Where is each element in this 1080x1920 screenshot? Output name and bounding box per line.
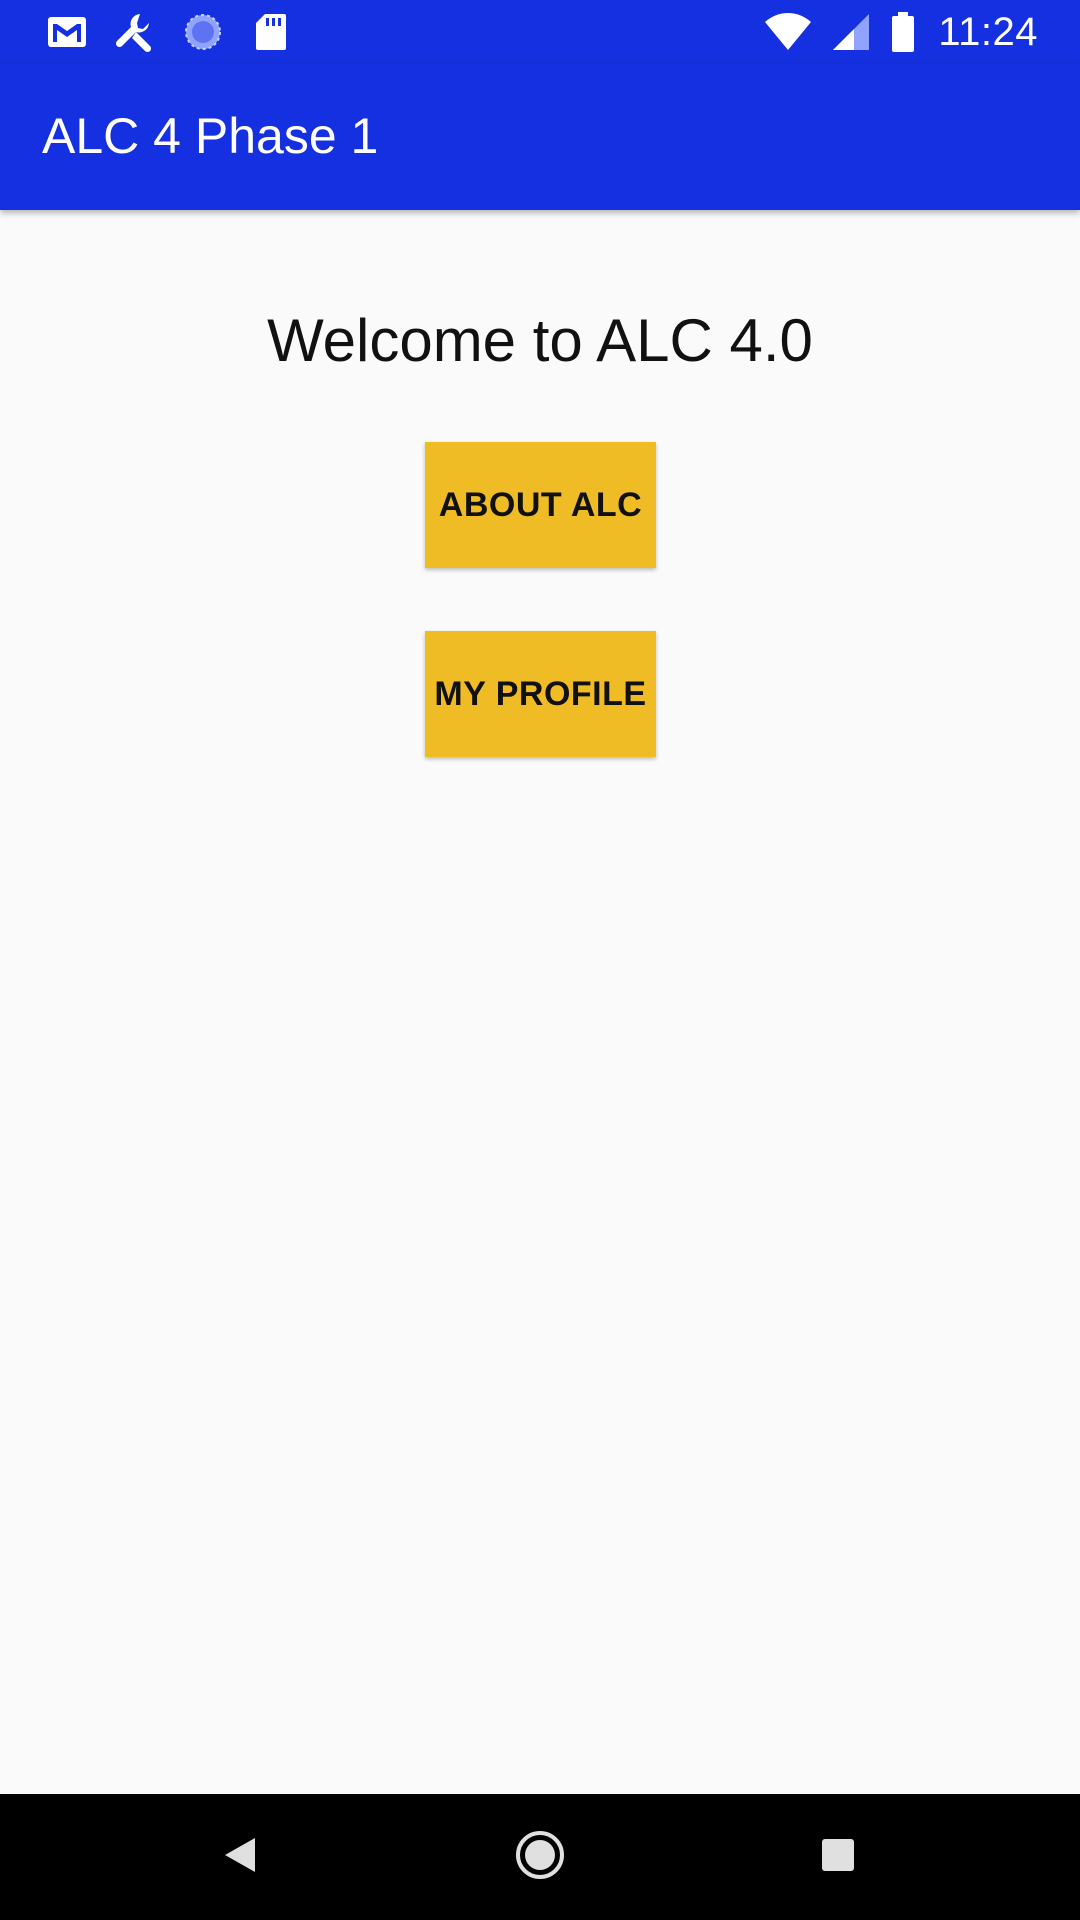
- gmail-icon: [46, 12, 88, 52]
- wifi-icon: [764, 12, 812, 52]
- welcome-heading: Welcome to ALC 4.0: [267, 307, 813, 374]
- about-alc-button[interactable]: ABOUT ALC: [425, 442, 656, 568]
- notification-icons: [46, 12, 292, 53]
- app-title: ALC 4 Phase 1: [42, 108, 379, 164]
- battery-icon: [890, 12, 916, 52]
- back-icon: [223, 1836, 257, 1879]
- navigation-bar: [0, 1794, 1080, 1920]
- status-clock: 11:24: [938, 9, 1038, 54]
- recents-icon: [821, 1838, 855, 1877]
- home-button[interactable]: [510, 1827, 570, 1887]
- screen: 11:24 ALC 4 Phase 1 Welcome to ALC 4.0 A…: [0, 0, 1080, 1920]
- cell-signal-icon: [830, 12, 872, 52]
- sd-card-icon: [250, 12, 292, 52]
- status-bar: 11:24: [0, 0, 1080, 63]
- recents-button[interactable]: [808, 1827, 868, 1887]
- sync-progress-icon: [182, 12, 224, 52]
- my-profile-button[interactable]: MY PROFILE: [425, 631, 656, 757]
- app-bar: ALC 4 Phase 1: [0, 63, 1080, 210]
- home-icon: [515, 1830, 565, 1885]
- main-content: Welcome to ALC 4.0 ABOUT ALC MY PROFILE: [0, 210, 1080, 1794]
- system-status-icons: 11:24: [764, 8, 1038, 56]
- back-button[interactable]: [210, 1827, 270, 1887]
- wrench-icon: [114, 12, 156, 53]
